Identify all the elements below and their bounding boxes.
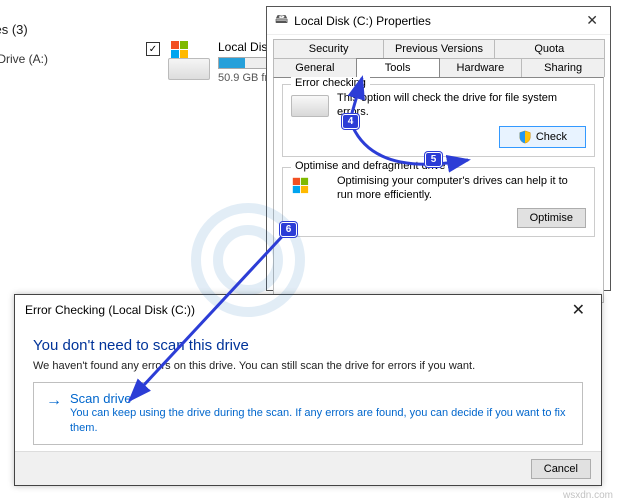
optimise-button[interactable]: Optimise bbox=[517, 208, 586, 228]
defrag-icon bbox=[291, 176, 329, 197]
defrag-desc: Optimising your computer's drives can he… bbox=[337, 174, 586, 203]
close-icon[interactable]: ✕ bbox=[566, 300, 591, 320]
error-checking-dialog: Error Checking (Local Disk (C:)) ✕ You d… bbox=[14, 294, 602, 486]
tab-general[interactable]: General bbox=[273, 58, 357, 77]
cancel-button-label: Cancel bbox=[544, 463, 578, 475]
step-marker-6: 6 bbox=[280, 222, 297, 237]
drives-group-header: ves (3) bbox=[0, 22, 28, 37]
optimise-button-label: Optimise bbox=[530, 212, 573, 224]
tab-tools[interactable]: Tools bbox=[356, 58, 440, 77]
defrag-group: Optimise and defragment drive Optimising… bbox=[282, 167, 595, 238]
checkbox-icon[interactable]: ✓ bbox=[146, 42, 160, 56]
shield-icon bbox=[518, 130, 532, 144]
watermark-text: wsxdn.com bbox=[563, 490, 613, 501]
arrow-right-icon: → bbox=[46, 393, 62, 409]
dialog-footer: Cancel bbox=[15, 451, 601, 485]
dialog-title-text: Error Checking (Local Disk (C:)) bbox=[25, 303, 195, 317]
cancel-button[interactable]: Cancel bbox=[531, 459, 591, 479]
check-button-label: Check bbox=[536, 131, 567, 143]
disk-small-icon bbox=[291, 95, 329, 117]
dialog-subtext: We haven't found any errors on this driv… bbox=[33, 360, 583, 372]
tab-sharing[interactable]: Sharing bbox=[521, 58, 605, 77]
properties-title-text: Local Disk (C:) Properties bbox=[294, 14, 431, 28]
explorer-fragment: ves (3) k Drive (A:) ✓ Local Dis 50.9 GB… bbox=[0, 0, 270, 290]
tabs: Security Previous Versions Quota General… bbox=[267, 35, 610, 77]
tab-previous-versions[interactable]: Previous Versions bbox=[383, 39, 494, 58]
check-button[interactable]: Check bbox=[499, 126, 586, 148]
close-icon[interactable]: ✕ bbox=[582, 12, 602, 29]
drive-icon bbox=[168, 40, 210, 82]
tab-security[interactable]: Security bbox=[273, 39, 384, 58]
tab-quota[interactable]: Quota bbox=[494, 39, 605, 58]
properties-titlebar[interactable]: 🖴 Local Disk (C:) Properties ✕ bbox=[267, 7, 610, 35]
scan-drive-title: Scan drive bbox=[70, 391, 570, 406]
dialog-headline: You don't need to scan this drive bbox=[33, 337, 583, 354]
scan-drive-option[interactable]: → Scan drive You can keep using the driv… bbox=[33, 382, 583, 445]
error-checking-group: Error checking This option will check th… bbox=[282, 84, 595, 157]
tools-panel: Error checking This option will check th… bbox=[273, 77, 604, 303]
dialog-titlebar[interactable]: Error Checking (Local Disk (C:)) ✕ bbox=[15, 295, 601, 325]
step-marker-5: 5 bbox=[425, 152, 442, 167]
tab-hardware[interactable]: Hardware bbox=[439, 58, 523, 77]
error-checking-title: Error checking bbox=[291, 77, 370, 89]
disk-icon: 🖴 bbox=[275, 10, 288, 32]
properties-window: 🖴 Local Disk (C:) Properties ✕ Security … bbox=[266, 6, 611, 291]
drive-a-label[interactable]: k Drive (A:) bbox=[0, 52, 48, 66]
step-marker-4: 4 bbox=[342, 114, 359, 129]
error-checking-desc: This option will check the drive for fil… bbox=[337, 91, 586, 120]
scan-drive-desc: You can keep using the drive during the … bbox=[70, 406, 570, 436]
